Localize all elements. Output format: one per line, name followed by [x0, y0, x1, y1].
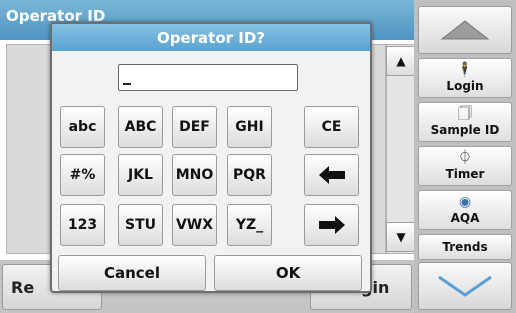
- ok-button[interactable]: OK: [214, 255, 362, 291]
- scroll-up-button[interactable]: ▲: [386, 46, 416, 76]
- text-cursor: [123, 82, 131, 85]
- operator-id-input[interactable]: [118, 64, 298, 91]
- key-YZ[interactable]: YZ_: [227, 204, 272, 246]
- sidebar-item-label: AQA: [450, 211, 480, 225]
- triangle-up-icon: [440, 20, 490, 40]
- sidebar-item-sample-id[interactable]: 🗍 Sample ID: [418, 102, 512, 142]
- key-MNO[interactable]: MNO: [172, 154, 217, 196]
- cancel-button[interactable]: Cancel: [58, 255, 206, 291]
- timer-icon: ⏀: [458, 150, 472, 166]
- key-VWX[interactable]: VWX: [172, 204, 217, 246]
- key-symbols[interactable]: #%: [60, 154, 105, 196]
- backspace-button[interactable]: [304, 154, 359, 196]
- nav-up-button[interactable]: [418, 6, 512, 54]
- scroll-down-button[interactable]: ▼: [386, 222, 416, 252]
- person-icon: 🕴: [456, 62, 474, 78]
- key-abc[interactable]: abc: [60, 106, 105, 148]
- sidebar-item-login[interactable]: 🕴 Login: [418, 58, 512, 98]
- key-GHI[interactable]: GHI: [227, 106, 272, 148]
- key-STU[interactable]: STU: [118, 204, 163, 246]
- arrow-right-icon: [318, 216, 345, 234]
- cursor-right-button[interactable]: [304, 204, 359, 246]
- nav-down-button[interactable]: [418, 262, 512, 310]
- bottom-left-label: Re: [11, 277, 35, 297]
- key-JKL[interactable]: JKL: [118, 154, 163, 196]
- sidebar-item-label: Timer: [445, 167, 485, 181]
- sidebar-item-label: Login: [446, 79, 484, 93]
- aqa-icon: ◉: [458, 194, 472, 210]
- key-PQR[interactable]: PQR: [227, 154, 272, 196]
- key-numeric[interactable]: 123: [60, 204, 105, 246]
- triangle-up-icon: ▲: [396, 54, 406, 68]
- key-ABC[interactable]: ABC: [118, 106, 163, 148]
- sidebar-item-aqa[interactable]: ◉ AQA: [418, 190, 512, 230]
- key-clear-entry[interactable]: CE: [304, 106, 359, 148]
- dialog-title: Operator ID?: [52, 24, 370, 51]
- operator-id-dialog: Operator ID? abc ABC DEF GHI CE #% JKL M…: [50, 22, 372, 293]
- key-DEF[interactable]: DEF: [172, 106, 217, 148]
- sidebar-item-timer[interactable]: ⏀ Timer: [418, 146, 512, 186]
- sidebar-item-label: Sample ID: [430, 123, 500, 137]
- sidebar-item-trends[interactable]: Trends: [418, 234, 512, 260]
- sidebar-item-label: Trends: [442, 240, 488, 254]
- triangle-down-icon: ▼: [396, 230, 406, 244]
- chevron-down-icon: [438, 275, 492, 297]
- beaker-icon: 🗍: [458, 106, 472, 122]
- arrow-left-icon: [318, 166, 345, 184]
